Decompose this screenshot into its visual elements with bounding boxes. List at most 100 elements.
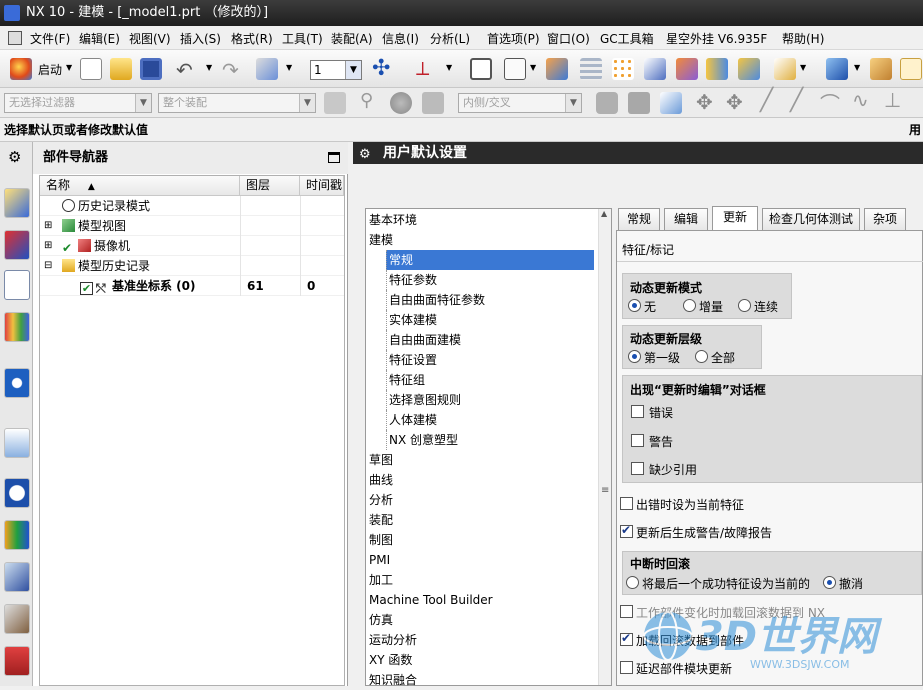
- radio-first-level[interactable]: [628, 350, 641, 363]
- menu-info[interactable]: 信息(I): [382, 30, 419, 47]
- menu-plugin[interactable]: 星空外挂 V6.935F: [666, 30, 767, 47]
- radio-none[interactable]: [628, 299, 641, 312]
- info-icon[interactable]: [4, 368, 30, 398]
- material-icon[interactable]: [870, 58, 892, 80]
- menu-assembly[interactable]: 装配(A): [331, 30, 373, 47]
- sheet-icon[interactable]: [504, 58, 526, 80]
- radio-incremental[interactable]: [683, 299, 696, 312]
- tree-item[interactable]: 特征组: [386, 370, 594, 390]
- layers-icon[interactable]: [546, 58, 568, 80]
- tree-item[interactable]: 仿真: [368, 610, 598, 630]
- menu-gc-toolbox[interactable]: GC工具箱: [600, 30, 654, 47]
- open-folder-icon[interactable]: [110, 58, 132, 80]
- redo-icon[interactable]: ↷: [222, 58, 239, 82]
- tree-item[interactable]: 特征设置: [386, 350, 594, 370]
- menu-preferences[interactable]: 首选项(P): [487, 30, 540, 47]
- checkbox-work-part-rollback[interactable]: [620, 605, 633, 618]
- snap-point-icon[interactable]: ✥: [696, 90, 713, 114]
- tab-general[interactable]: 常规: [618, 208, 660, 230]
- expand-plus-icon[interactable]: ⊞: [44, 216, 52, 236]
- part-icon[interactable]: [738, 58, 760, 80]
- menu-icon[interactable]: [8, 31, 22, 45]
- save-icon[interactable]: [140, 58, 162, 80]
- assembly-icon[interactable]: [676, 58, 698, 80]
- new-file-icon[interactable]: [80, 58, 102, 80]
- table-row[interactable]: ⊞ ✔ 摄像机: [40, 236, 344, 256]
- table-row[interactable]: ⊟ 模型历史记录: [40, 256, 344, 276]
- reuse-library-icon[interactable]: [4, 312, 30, 342]
- table-row[interactable]: ⊞ 模型视图: [40, 216, 344, 236]
- tangent-icon[interactable]: ⊥: [884, 88, 901, 112]
- line-point-icon[interactable]: ╱: [790, 88, 803, 113]
- csys-icon[interactable]: ⟂: [416, 56, 429, 80]
- box-icon[interactable]: [644, 58, 666, 80]
- menu-analysis[interactable]: 分析(L): [430, 30, 470, 47]
- start-dropdown-icon[interactable]: ▼: [66, 63, 72, 72]
- process-studio-icon[interactable]: [4, 562, 30, 592]
- tree-item[interactable]: 制图: [368, 530, 598, 550]
- arc-icon[interactable]: ⌒: [820, 88, 840, 117]
- menu-format[interactable]: 格式(R): [231, 30, 273, 47]
- menu-help[interactable]: 帮助(H): [782, 30, 824, 47]
- column-header-layer[interactable]: 图层: [240, 176, 300, 196]
- tab-check-geometry[interactable]: 检查几何体测试: [762, 208, 860, 230]
- layer-dropdown-icon[interactable]: ▼: [345, 61, 361, 79]
- undo-icon[interactable]: ↶: [176, 58, 193, 82]
- menu-tools[interactable]: 工具(T): [282, 30, 323, 47]
- wcs-icon[interactable]: ✣: [372, 56, 390, 81]
- collapse-minus-icon[interactable]: ⊟: [44, 256, 52, 276]
- menu-insert[interactable]: 插入(S): [180, 30, 221, 47]
- sheet-dropdown-icon[interactable]: ▼: [530, 63, 536, 72]
- type-filter-select[interactable]: 无选择过滤器 ▼: [4, 93, 152, 113]
- edit-dropdown-icon[interactable]: ▼: [286, 63, 292, 72]
- pattern-icon[interactable]: [612, 58, 634, 80]
- start-button[interactable]: 启动: [38, 61, 62, 78]
- checkbox-set-current-on-error[interactable]: [620, 497, 633, 510]
- type-filter-dropdown-icon[interactable]: ▼: [135, 94, 151, 112]
- undo-dropdown-icon[interactable]: ▼: [206, 63, 212, 72]
- tree-item[interactable]: 分析: [368, 490, 598, 510]
- grid-icon[interactable]: [470, 58, 492, 80]
- tree-item[interactable]: 基本环境: [368, 210, 598, 230]
- cube-gray-icon[interactable]: [628, 92, 650, 114]
- tree-item[interactable]: 装配: [368, 510, 598, 530]
- curve-rule-select[interactable]: 内侧/交叉 ▼: [458, 93, 582, 113]
- web-browser-icon[interactable]: [4, 428, 30, 458]
- tree-item[interactable]: 人体建模: [386, 410, 594, 430]
- tab-edit[interactable]: 编辑: [664, 208, 708, 230]
- start-icon[interactable]: [10, 58, 32, 80]
- system-scenes-icon[interactable]: [4, 646, 30, 676]
- snap-icon[interactable]: ⚲: [360, 90, 373, 111]
- tree-item[interactable]: 自由曲面特征参数: [386, 290, 594, 310]
- tree-item[interactable]: 加工: [368, 570, 598, 590]
- table-row[interactable]: ✔ ⤲ 基准坐标系 (0) 61 0: [40, 276, 344, 296]
- line-icon[interactable]: ╱: [760, 88, 773, 113]
- tree-item[interactable]: 自由曲面建模: [386, 330, 594, 350]
- scope-select[interactable]: 整个装配 ▼: [158, 93, 316, 113]
- tree-item[interactable]: 选择意图规则: [386, 390, 594, 410]
- render-icon[interactable]: [774, 58, 796, 80]
- visibility-checkbox-icon[interactable]: ✔: [80, 282, 93, 295]
- shaded-view-icon[interactable]: [826, 58, 848, 80]
- scroll-grip-icon[interactable]: ≡: [601, 485, 609, 496]
- color-palette-icon[interactable]: [390, 92, 412, 114]
- tree-scrollbar[interactable]: ▲ ≡: [598, 209, 611, 685]
- checkbox-missing-reference[interactable]: [631, 462, 644, 475]
- column-header-name[interactable]: 名称 ▲: [40, 176, 240, 196]
- history-icon[interactable]: [4, 478, 30, 508]
- checkbox-load-rollback[interactable]: [620, 631, 633, 646]
- radio-last-successful[interactable]: [626, 576, 639, 589]
- assembly-navigator-icon[interactable]: [4, 188, 30, 218]
- settings-gear-icon[interactable]: ⚙: [8, 148, 21, 166]
- tree-item[interactable]: XY 函数: [368, 650, 598, 670]
- scroll-up-icon[interactable]: ▲: [601, 209, 607, 218]
- tree-item[interactable]: 常规: [386, 250, 594, 270]
- system-materials-icon[interactable]: [4, 520, 30, 550]
- cube-blue-icon[interactable]: [660, 92, 682, 114]
- csys-dropdown-icon[interactable]: ▼: [446, 63, 452, 72]
- view-dropdown-icon[interactable]: ▼: [854, 63, 860, 72]
- scope-dropdown-icon[interactable]: ▼: [299, 94, 315, 112]
- orient-icon[interactable]: [900, 58, 922, 80]
- menu-file[interactable]: 文件(F): [30, 30, 70, 47]
- constraint-navigator-icon[interactable]: [4, 230, 30, 260]
